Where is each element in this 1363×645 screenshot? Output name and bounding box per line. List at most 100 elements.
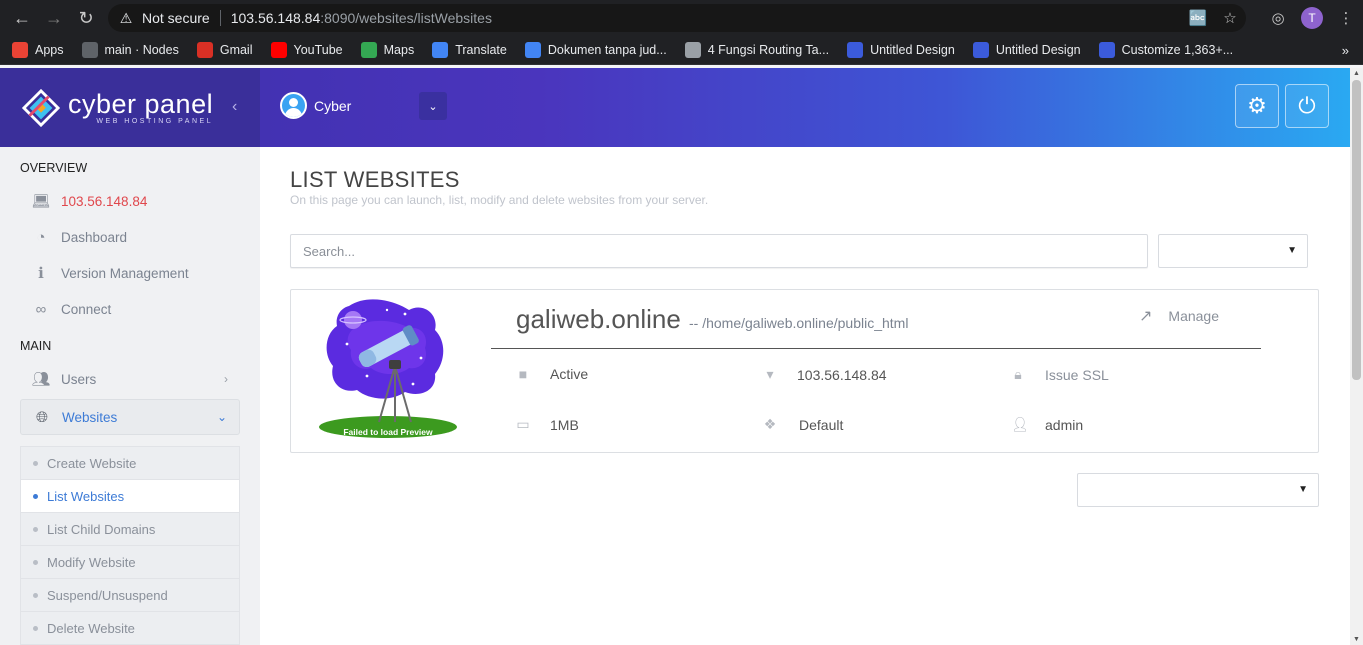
bullet-icon	[33, 460, 38, 466]
bookmark-label: main · Nodes	[104, 43, 179, 57]
forward-icon[interactable]: →	[38, 2, 70, 34]
manage-link[interactable]: ↗ Manage	[1139, 306, 1219, 326]
websites-submenu: Create Website List Websites List Child …	[20, 446, 240, 645]
user-icon: 👤︎	[1011, 416, 1029, 432]
bookmark-label: YouTube	[293, 43, 343, 57]
bookmark-item[interactable]: 4 Fungsi Routing Ta...	[684, 42, 830, 58]
profile-avatar[interactable]: T	[1301, 7, 1323, 29]
bookmark-favicon-icon	[432, 42, 449, 58]
bookmark-item[interactable]: Untitled Design	[972, 42, 1081, 58]
bookmark-favicon-icon	[847, 42, 864, 58]
sidebar-item-ip[interactable]: 💻︎ 103.56.148.84	[20, 183, 240, 219]
link-icon: ∞	[35, 300, 47, 318]
pagination-select[interactable]: ▼	[1077, 473, 1319, 507]
website-status: ■ Active	[516, 366, 588, 382]
bookmark-item[interactable]: Translate	[432, 42, 507, 58]
issue-ssl-link[interactable]: 🔒︎ Issue SSL	[1011, 366, 1109, 383]
sidebar-item-users[interactable]: 👥︎ Users ›	[20, 361, 240, 397]
star-icon[interactable]: ☆	[1214, 9, 1246, 27]
sidebar-item-connect[interactable]: ∞ Connect	[20, 291, 240, 327]
bookmark-favicon-icon	[684, 42, 701, 58]
chevron-right-icon: ›	[224, 372, 228, 386]
bullet-icon	[33, 625, 38, 631]
address-bar[interactable]: ⚠ Not secure 103.56.148.84:8090/websites…	[108, 4, 1246, 32]
website-card: Failed to load Preview galiweb.online --…	[290, 289, 1319, 453]
submenu-delete-website[interactable]: Delete Website	[21, 612, 239, 645]
page-title: LIST WEBSITES	[290, 167, 460, 192]
lock-icon: 🔒︎	[1014, 366, 1022, 382]
scroll-down-icon[interactable]: ▼	[1353, 636, 1360, 643]
sticky-note-icon: ■	[518, 366, 528, 382]
bookmarks-overflow-icon[interactable]: »	[1342, 43, 1349, 58]
bookmark-label: Gmail	[219, 43, 253, 57]
sidebar-item-websites[interactable]: 🌐︎ Websites ⌄	[20, 399, 240, 435]
cyberpanel-logo-icon	[22, 88, 60, 127]
map-marker-icon: ▾	[766, 366, 774, 382]
sidebar-item-label: Users	[61, 371, 97, 387]
submenu-create-website[interactable]: Create Website	[21, 447, 239, 480]
bookmark-label: 4 Fungsi Routing Ta...	[707, 43, 830, 57]
back-icon[interactable]: ←	[6, 2, 38, 34]
bookmark-item[interactable]: Gmail	[196, 42, 253, 58]
laptop-icon: 💻︎	[31, 193, 51, 210]
bookmark-item[interactable]: YouTube	[270, 42, 343, 58]
user-avatar-icon	[280, 92, 307, 119]
url-path[interactable]: :8090/websites/listWebsites	[320, 10, 492, 26]
sidebar-section-main: MAIN	[20, 339, 52, 353]
menu-icon[interactable]: ⋮	[1329, 9, 1363, 27]
sidebar-item-label: Connect	[61, 301, 112, 317]
submenu-list-child-domains[interactable]: List Child Domains	[21, 513, 239, 546]
security-label[interactable]: Not secure	[142, 10, 210, 26]
bullet-icon	[33, 493, 38, 499]
search-input[interactable]	[290, 234, 1148, 268]
submenu-modify-website[interactable]: Modify Website	[21, 546, 239, 579]
bookmark-favicon-icon	[270, 42, 287, 58]
ssl-label: Issue SSL	[1045, 366, 1109, 383]
bookmark-item[interactable]: Maps	[360, 42, 414, 58]
user-menu[interactable]: Cyber	[280, 92, 351, 119]
records-per-page-select[interactable]: ▼	[1158, 234, 1308, 268]
submenu-label: List Websites	[47, 488, 125, 504]
power-icon: ⏻	[1298, 93, 1316, 118]
hdd-icon: ▭	[516, 416, 530, 432]
website-disk-usage: ▭ 1MB	[516, 416, 578, 433]
website-domain[interactable]: galiweb.online	[516, 304, 681, 335]
sidebar-item-dashboard[interactable]: ◔ Dashboard	[20, 219, 240, 255]
sidebar-item-version-management[interactable]: ℹ Version Management	[20, 255, 240, 291]
submenu-suspend-unsuspend[interactable]: Suspend/Unsuspend	[21, 579, 239, 612]
settings-button[interactable]: ⚙	[1235, 84, 1279, 128]
bookmark-label: Translate	[455, 43, 507, 57]
status-value: Active	[550, 366, 589, 382]
users-icon: 👥︎	[31, 371, 51, 388]
bookmark-item[interactable]: Dokumen tanpa jud...	[524, 42, 667, 58]
scrollbar-thumb[interactable]	[1352, 80, 1361, 380]
reload-icon[interactable]: ↻	[70, 2, 102, 34]
address-separator	[219, 10, 221, 26]
submenu-list-websites[interactable]: List Websites	[21, 480, 239, 513]
url-host[interactable]: 103.56.148.84	[231, 10, 321, 26]
page-scrollbar[interactable]: ▲ ▼	[1350, 68, 1363, 645]
main-content: LIST WEBSITES On this page you can launc…	[260, 147, 1350, 645]
bookmark-item[interactable]: Untitled Design	[847, 42, 955, 58]
sidebar-collapse-icon[interactable]: ‹	[232, 98, 237, 116]
extension-globe-icon[interactable]: ◎	[1261, 9, 1295, 27]
bookmark-favicon-icon	[81, 42, 98, 58]
bookmark-item[interactable]: main · Nodes	[81, 42, 179, 58]
bookmark-item[interactable]: Apps	[12, 42, 64, 58]
manage-label: Manage	[1168, 308, 1219, 324]
bookmarks-bar: Apps main · Nodes Gmail YouTube Maps Translat…	[0, 36, 1363, 65]
bookmark-item[interactable]: Customize 1,363+...	[1098, 42, 1233, 58]
warning-icon[interactable]: ⚠	[118, 10, 134, 26]
select-arrow-icon: ▼	[1287, 245, 1297, 256]
submenu-label: Delete Website	[47, 620, 135, 636]
user-dropdown-chevron-icon[interactable]: ⌄	[419, 92, 447, 120]
sidebar-item-label: Dashboard	[61, 229, 128, 245]
translate-icon[interactable]: 🔤	[1182, 9, 1214, 27]
logo-area[interactable]: cyber panel WEB HOSTING PANEL ‹	[0, 68, 260, 147]
logout-button[interactable]: ⏻	[1285, 84, 1329, 128]
owner-value: admin	[1045, 416, 1084, 433]
sidebar-item-label: Version Management	[61, 265, 189, 281]
package-value: Default	[799, 416, 844, 433]
bookmark-label: Untitled Design	[870, 43, 955, 57]
scroll-up-icon[interactable]: ▲	[1353, 70, 1360, 77]
